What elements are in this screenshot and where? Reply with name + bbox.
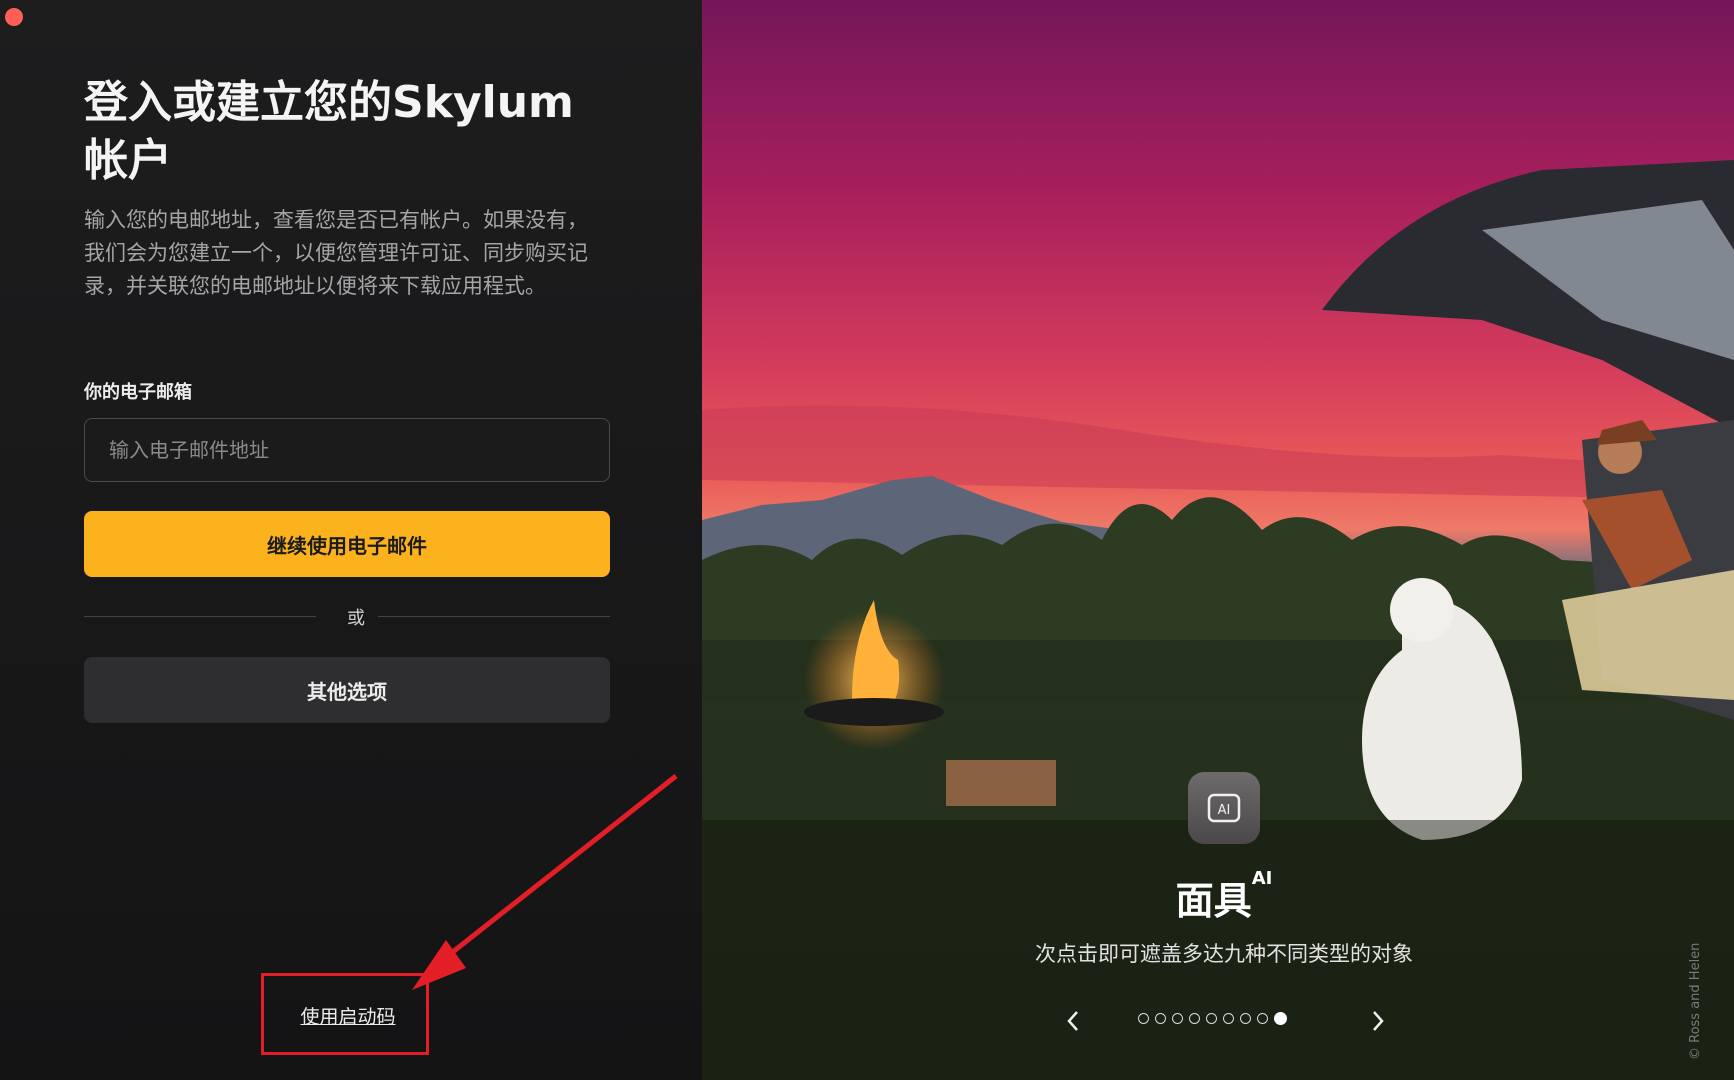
chevron-left-icon: [1067, 1011, 1078, 1031]
divider-right: [378, 616, 610, 617]
carousel-dot[interactable]: [1240, 1013, 1251, 1024]
other-options-button[interactable]: 其他选项: [84, 657, 610, 723]
photo-credit: © Ross and Helen: [1688, 942, 1703, 1060]
carousel-dot[interactable]: [1138, 1013, 1149, 1024]
email-field[interactable]: [84, 418, 610, 482]
carousel-dot[interactable]: [1155, 1013, 1166, 1024]
page-title: 登入或建立您的Skylum帐户: [84, 77, 574, 186]
feature-showcase: AI 面具AI 次点击即可遮盖多达九种不同类型的对象 © Ross and He…: [702, 0, 1734, 1080]
or-separator: 或: [347, 608, 365, 629]
feature-title: 面具AI: [1092, 868, 1356, 925]
svg-text:AI: AI: [1218, 803, 1231, 818]
continue-with-email-button[interactable]: 继续使用电子邮件: [84, 511, 610, 577]
feature-title-text: 面具: [1175, 879, 1252, 923]
carousel-dot[interactable]: [1189, 1013, 1200, 1024]
chevron-right-icon: [1373, 1011, 1384, 1031]
feature-description: 次点击即可遮盖多达九种不同类型的对象: [1035, 942, 1413, 966]
login-panel: 登入或建立您的Skylum帐户 输入您的电邮地址，查看您是否已有帐户。如果没有，…: [0, 0, 702, 1080]
window-close-button[interactable]: [5, 8, 23, 26]
carousel-next-button[interactable]: [1363, 1004, 1393, 1038]
feature-title-superscript: AI: [1251, 868, 1273, 889]
login-description: 输入您的电邮地址，查看您是否已有帐户。如果没有，我们会为您建立一个，以便您管理许…: [84, 208, 588, 298]
divider-left: [84, 616, 316, 617]
carousel-dot[interactable]: [1257, 1013, 1268, 1024]
carousel-prev-button[interactable]: [1058, 1004, 1088, 1038]
annotation-highlight-box: [261, 973, 429, 1055]
carousel-dot[interactable]: [1206, 1013, 1217, 1024]
carousel-dot[interactable]: [1172, 1013, 1183, 1024]
email-field-label: 你的电子邮箱: [84, 382, 192, 403]
carousel-dot[interactable]: [1274, 1012, 1287, 1025]
carousel-dot[interactable]: [1223, 1013, 1234, 1024]
ai-icon: AI: [1188, 772, 1260, 844]
carousel-indicator: [1138, 1012, 1287, 1025]
